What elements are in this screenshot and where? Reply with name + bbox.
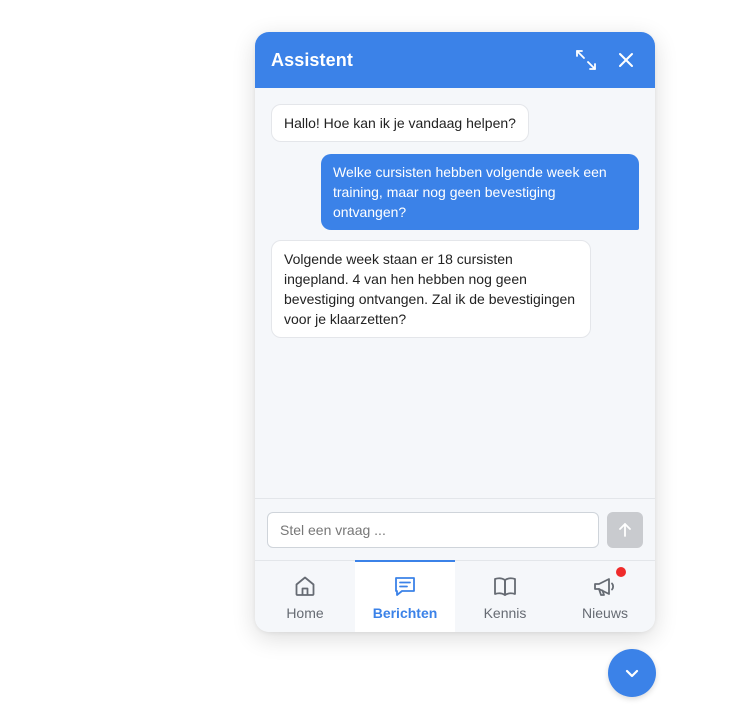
nav-label-berichten: Berichten <box>372 605 438 621</box>
home-icon <box>295 576 315 596</box>
chat-title: Assistent <box>271 49 353 70</box>
nav-item-nieuws[interactable]: Nieuws <box>555 561 655 632</box>
chevron-down-icon <box>625 669 639 678</box>
arrow-up-icon <box>619 522 631 537</box>
chat-header: Assistent <box>255 32 655 88</box>
nav-label-home: Home <box>286 604 324 621</box>
nav-item-kennis[interactable]: Kennis <box>455 561 555 632</box>
user-message: Welke cursisten hebben volgende week een… <box>321 154 639 230</box>
notification-badge <box>616 566 626 577</box>
send-button[interactable] <box>607 511 643 548</box>
assistant-message: Volgende week staan er 18 cursisten inge… <box>271 240 591 338</box>
expand-button[interactable] <box>573 47 599 73</box>
question-input[interactable] <box>267 511 599 548</box>
nav-item-home[interactable]: Home <box>255 561 355 632</box>
composer <box>255 498 655 560</box>
message-list: Hallo! Hoe kan ik je vandaag helpen? Wel… <box>255 88 655 498</box>
megaphone-icon <box>594 577 615 596</box>
nav-item-berichten[interactable]: Berichten <box>355 560 455 632</box>
chat-widget: Assistent Hallo! Hoe kan ik je vandaag h… <box>255 32 655 632</box>
launcher-toggle-button[interactable] <box>608 649 656 697</box>
close-icon <box>619 53 633 67</box>
close-button[interactable] <box>613 47 639 73</box>
nav-label-kennis: Kennis <box>483 604 527 621</box>
expand-icon <box>576 50 596 70</box>
book-icon <box>494 576 516 596</box>
assistant-message: Hallo! Hoe kan ik je vandaag helpen? <box>271 104 529 142</box>
nav-label-nieuws: Nieuws <box>582 604 628 621</box>
message-icon <box>395 577 415 596</box>
bottom-nav: Home Berichten Kennis Nieuws <box>255 560 655 632</box>
